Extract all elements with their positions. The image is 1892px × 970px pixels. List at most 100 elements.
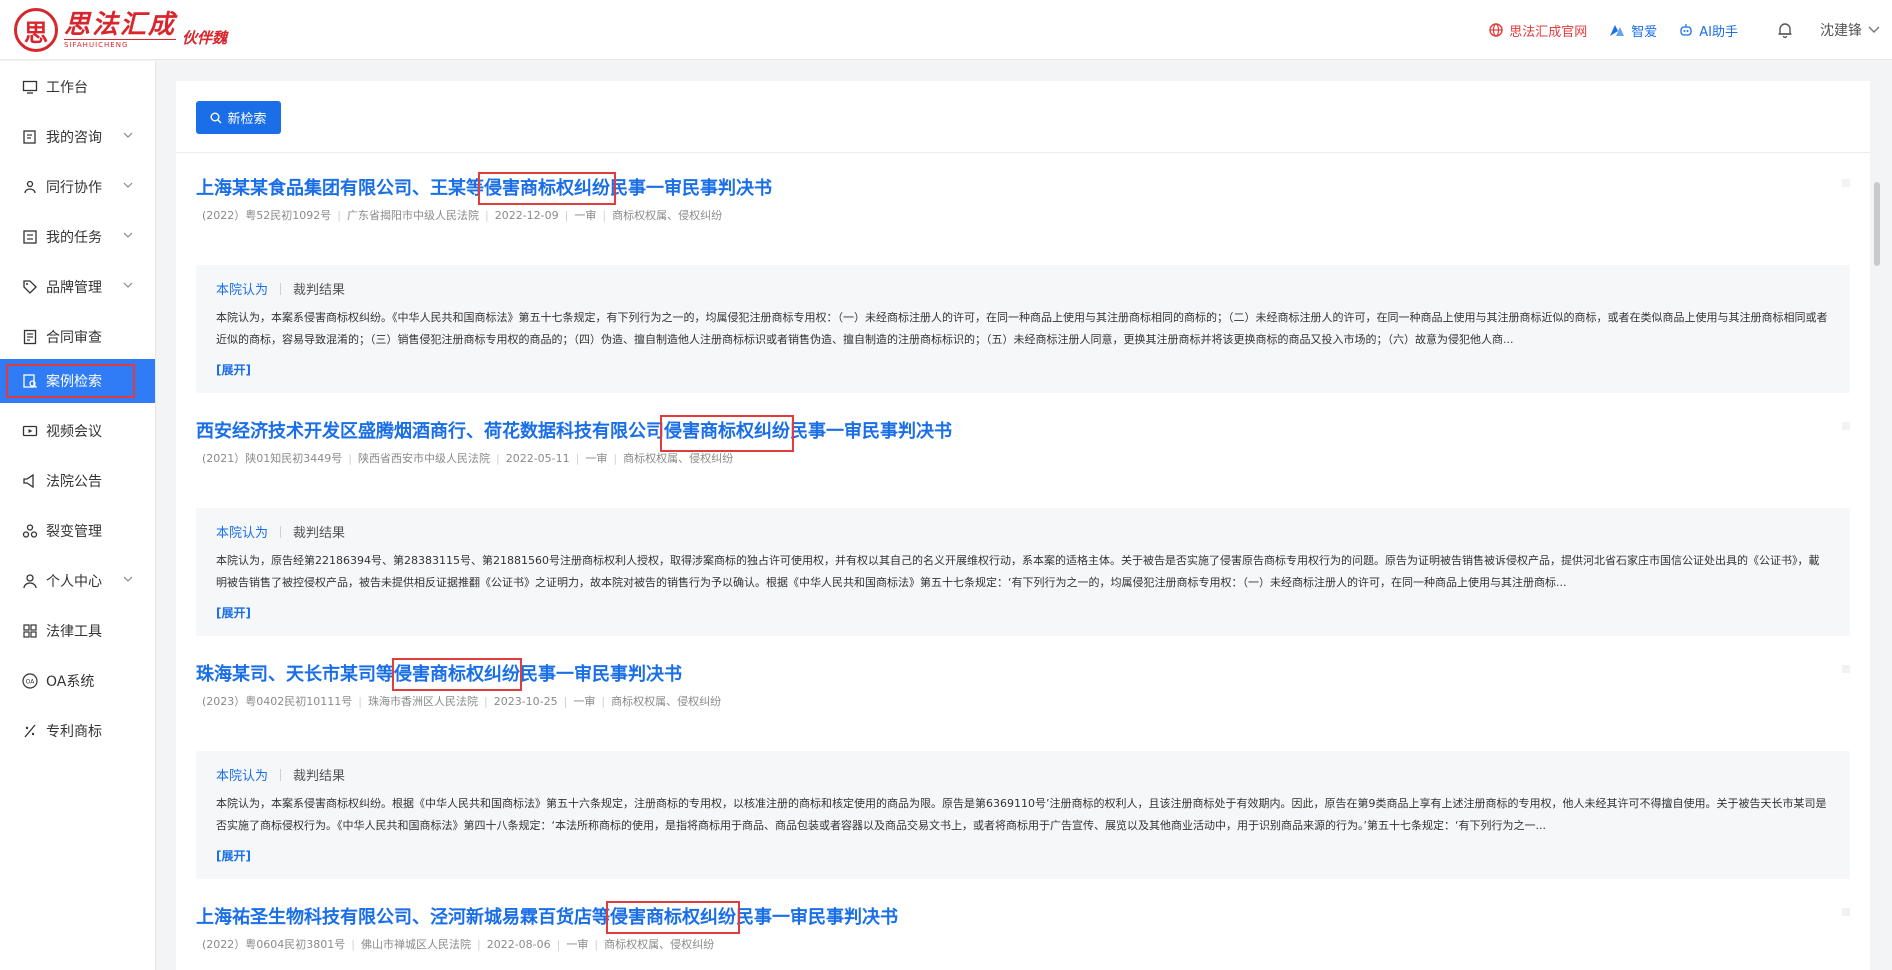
case-title[interactable]: 珠海某司、天长市某司等侵害商标权纠纷 民事一审民事判决书 bbox=[196, 658, 682, 691]
court-name: 珠海市香洲区人民法院 bbox=[368, 695, 478, 708]
contract-icon bbox=[23, 329, 37, 345]
court-name: 佛山市禅城区人民法院 bbox=[361, 938, 471, 951]
tag-icon bbox=[23, 280, 37, 294]
official-site-label: 思法汇成官网 bbox=[1509, 24, 1588, 40]
toolbar: 新检索 bbox=[176, 81, 1870, 153]
case-title-keyword: 侵害商标权纠纷 bbox=[606, 901, 740, 934]
sidebar-item-case-search[interactable]: 案例检索 bbox=[0, 359, 155, 403]
ai-assistant-link[interactable]: AI助手 bbox=[1679, 21, 1738, 40]
logo-subtitle-en: SIFAHUICHENG bbox=[64, 39, 176, 49]
case-title-prefix: 珠海某司、天长市某司等 bbox=[196, 664, 394, 685]
tab-court-opinion[interactable]: 本院认为 bbox=[216, 279, 268, 298]
keyword-text: 侵害商标权纠纷 bbox=[664, 421, 790, 442]
keyword-text: 侵害商标权纠纷 bbox=[484, 178, 610, 199]
case-title-prefix: 上海某某食品集团有限公司、王某等 bbox=[196, 178, 484, 199]
zhiai-logo-icon bbox=[1610, 25, 1625, 36]
fission-icon bbox=[22, 524, 38, 538]
case-title-keyword: 侵害商标权纠纷 bbox=[478, 172, 616, 205]
trial-level: 一审 bbox=[573, 695, 596, 708]
case-number: (2022）粤52民初1092号 bbox=[202, 209, 332, 222]
chevron-down-icon bbox=[123, 576, 133, 582]
chevron-down-icon bbox=[123, 232, 133, 238]
case-action-icon[interactable] bbox=[1842, 908, 1850, 916]
case-category: 商标权权属、侵权纠纷 bbox=[623, 452, 734, 465]
sidebar-item-label: 品牌管理 bbox=[46, 280, 102, 296]
case-excerpt: 本院认为，本案系侵害商标权纠纷。《中华人民共和国商标法》第五十七条规定，有下列行… bbox=[216, 311, 1828, 346]
case-action-icon[interactable] bbox=[1842, 179, 1850, 187]
sidebar-item-tasks[interactable]: 我的任务 bbox=[0, 215, 155, 259]
sidebar-item-legal-tools[interactable]: 法律工具 bbox=[0, 609, 155, 653]
zhiai-link[interactable]: 智爱 bbox=[1609, 21, 1657, 40]
user-icon bbox=[23, 574, 37, 589]
case-title-suffix: 民事一审民事判决书 bbox=[520, 664, 682, 685]
bell-icon[interactable] bbox=[1776, 21, 1794, 39]
case-date: 2022-05-11 bbox=[505, 452, 570, 465]
case-excerpt-panel: 本院认为 裁判结果 本院认为，本案系侵害商标权纠纷。根据《中华人民共和国商标法》… bbox=[196, 751, 1850, 879]
scrollbar[interactable] bbox=[1874, 182, 1880, 266]
chevron-down-icon bbox=[123, 282, 133, 288]
sidebar-item-patent[interactable]: 专利商标 bbox=[0, 709, 155, 753]
ai-assistant-label: AI助手 bbox=[1699, 24, 1738, 40]
svg-text:OA: OA bbox=[26, 679, 36, 686]
official-site-link[interactable]: 思法汇成官网 bbox=[1489, 21, 1587, 40]
brand-logo[interactable]: 思 思法汇成 SIFAHUICHENG 伙伴魏 bbox=[14, 8, 227, 52]
case-result: 上海某某食品集团有限公司、王某等侵害商标权纠纷 民事一审民事判决书 (2022）粤… bbox=[196, 172, 1850, 407]
case-meta: (2022）粤52民初1092号 | 广东省揭阳市中级人民法院 | 2022-12-09… bbox=[202, 209, 723, 222]
sidebar-item-contract[interactable]: 合同审查 bbox=[0, 315, 155, 359]
search-icon bbox=[210, 112, 222, 123]
case-excerpt: 本院认为，原告经第22186394号、第28383115号、第21881560号… bbox=[216, 554, 1820, 589]
case-action-icon[interactable] bbox=[1842, 422, 1850, 430]
sidebar-item-brand[interactable]: 品牌管理 bbox=[0, 265, 155, 309]
tab-judgment-result[interactable]: 裁判结果 bbox=[293, 765, 345, 784]
sidebar-item-workbench[interactable]: 工作台 bbox=[0, 65, 155, 109]
top-header: 思 思法汇成 SIFAHUICHENG 伙伴魏 思法汇成官网 智爱 AI助手 沈… bbox=[0, 0, 1892, 60]
chevron-down-icon bbox=[123, 132, 133, 138]
expand-link[interactable]: [展开] bbox=[216, 847, 251, 864]
case-result: 珠海某司、天长市某司等侵害商标权纠纷 民事一审民事判决书 (2023）粤0402民… bbox=[196, 658, 1850, 893]
case-date: 2022-12-09 bbox=[494, 209, 559, 222]
new-search-button[interactable]: 新检索 bbox=[196, 101, 281, 134]
tab-judgment-result[interactable]: 裁判结果 bbox=[293, 279, 345, 298]
case-result: 上海祐圣生物科技有限公司、泾河新城易霖百货店等侵害商标权纠纷 民事一审民事判决书 … bbox=[196, 901, 1850, 970]
case-title[interactable]: 上海某某食品集团有限公司、王某等侵害商标权纠纷 民事一审民事判决书 bbox=[196, 172, 772, 205]
case-action-icon[interactable] bbox=[1842, 665, 1850, 673]
case-title[interactable]: 上海祐圣生物科技有限公司、泾河新城易霖百货店等侵害商标权纠纷 民事一审民事判决书 bbox=[196, 901, 898, 934]
tab-judgment-result[interactable]: 裁判结果 bbox=[293, 522, 345, 541]
sidebar-item-video[interactable]: 视频会议 bbox=[0, 409, 155, 453]
expand-link[interactable]: [展开] bbox=[216, 604, 251, 621]
grid-icon bbox=[23, 624, 37, 638]
sidebar-item-oa[interactable]: OA OA系统 bbox=[0, 659, 155, 703]
team-icon bbox=[24, 180, 36, 194]
sidebar: 工作台 我的咨询 同行协作 我的任务 品牌管理 合同审查 案例检索 视频会议 法… bbox=[0, 61, 156, 970]
case-title-prefix: 西安经济技术开发区盛腾烟酒商行、荷花数据科技有限公司 bbox=[196, 421, 664, 442]
case-number: (2023）粤0402民初10111号 bbox=[202, 695, 353, 708]
case-date: 2022-08-06 bbox=[486, 938, 551, 951]
zhiai-label: 智爱 bbox=[1631, 24, 1658, 40]
sidebar-item-consultation[interactable]: 我的咨询 bbox=[0, 115, 155, 159]
sidebar-item-profile[interactable]: 个人中心 bbox=[0, 559, 155, 603]
robot-icon bbox=[1680, 24, 1692, 36]
expand-link[interactable]: [展开] bbox=[216, 361, 251, 378]
sidebar-item-label: 法律工具 bbox=[46, 624, 102, 640]
chevron-down-icon[interactable] bbox=[1868, 26, 1880, 34]
case-title-suffix: 民事一审民事判决书 bbox=[736, 907, 898, 928]
sidebar-item-label: OA系统 bbox=[46, 674, 95, 690]
court-name: 广东省揭阳市中级人民法院 bbox=[347, 209, 479, 222]
case-meta: (2023）粤0402民初10111号 | 珠海市香洲区人民法院 | 2023-10-2… bbox=[202, 695, 722, 708]
tab-court-opinion[interactable]: 本院认为 bbox=[216, 765, 268, 784]
logo-title: 思法汇成 bbox=[64, 10, 177, 40]
case-number: (2021）陕01知民初3449号 bbox=[202, 452, 343, 465]
case-title-keyword: 侵害商标权纠纷 bbox=[660, 415, 794, 452]
tab-court-opinion[interactable]: 本院认为 bbox=[216, 522, 268, 541]
patent-icon bbox=[24, 724, 36, 738]
user-name[interactable]: 沈建锋 bbox=[1820, 20, 1862, 40]
case-title[interactable]: 西安经济技术开发区盛腾烟酒商行、荷花数据科技有限公司侵害商标权纠纷 民事一审民事判… bbox=[196, 415, 952, 452]
sidebar-item-court-notice[interactable]: 法院公告 bbox=[0, 459, 155, 503]
sidebar-item-fission[interactable]: 裂变管理 bbox=[0, 509, 155, 553]
keyword-text: 侵害商标权纠纷 bbox=[394, 664, 520, 685]
court-name: 陕西省西安市中级人民法院 bbox=[358, 452, 490, 465]
sidebar-item-collaboration[interactable]: 同行协作 bbox=[0, 165, 155, 209]
case-title-suffix: 民事一审民事判决书 bbox=[790, 421, 952, 442]
chevron-down-icon bbox=[123, 182, 133, 188]
new-search-label: 新检索 bbox=[227, 112, 267, 127]
